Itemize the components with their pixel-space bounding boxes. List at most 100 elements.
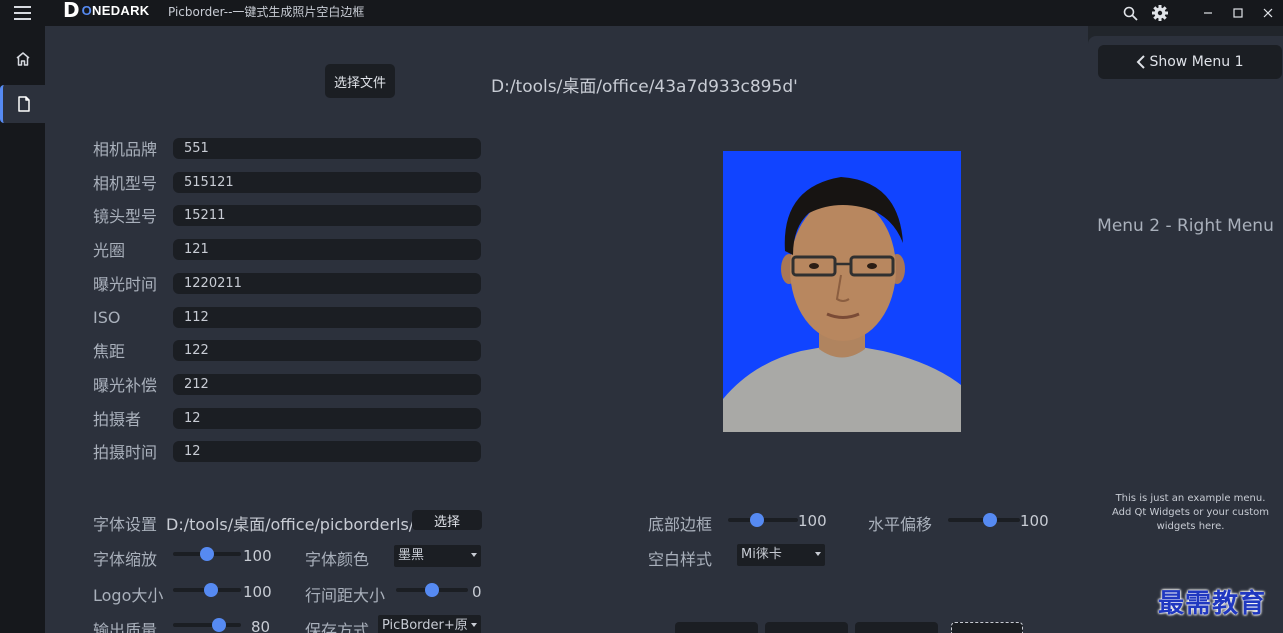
lens-model-input[interactable]: 15211: [173, 204, 481, 226]
field-focal-length: 焦距 122: [93, 338, 481, 362]
output-quality-slider[interactable]: [173, 618, 241, 632]
camera-brand-input[interactable]: 551: [173, 137, 481, 159]
field-aperture: 光圈 121: [93, 237, 481, 261]
field-label: 相机品牌: [93, 140, 158, 159]
action-button-4[interactable]: [951, 622, 1023, 633]
chevron-down-icon: [815, 552, 821, 556]
slider-handle[interactable]: [211, 618, 226, 632]
exposure-compensation-input[interactable]: 212: [173, 373, 481, 395]
save-mode-label: 保存方式: [305, 621, 370, 633]
horizontal-offset-label: 水平偏移: [868, 515, 933, 534]
logo-word: ONEDARK: [81, 2, 150, 18]
horizontal-offset-slider[interactable]: [948, 513, 1020, 527]
field-photographer: 拍摄者 12: [93, 406, 481, 430]
action-button-3[interactable]: [855, 622, 938, 633]
bottom-border-slider[interactable]: [728, 513, 798, 527]
font-color-label: 字体颜色: [305, 550, 370, 569]
chevron-down-icon: [471, 553, 477, 557]
file-path-label: D:/tools/桌面/office/43a7d933c895d': [491, 77, 798, 97]
font-settings-label: 字体设置: [93, 515, 158, 534]
field-label: 光圈: [93, 241, 126, 260]
left-menu-rail: [0, 0, 45, 633]
aperture-input[interactable]: 121: [173, 238, 481, 260]
font-color-value: 墨黑: [398, 548, 425, 563]
field-lens-model: 镜头型号 15211: [93, 203, 481, 227]
iso-input[interactable]: 112: [173, 306, 481, 328]
field-label: ISO: [93, 307, 121, 327]
font-scale-slider[interactable]: [173, 547, 241, 561]
watermark-logo: 最需教育: [1158, 589, 1267, 619]
field-exposure-time: 曝光时间 1220211: [93, 271, 481, 295]
show-menu-button[interactable]: Show Menu 1: [1098, 45, 1282, 79]
bottom-border-value: 100: [798, 512, 827, 530]
title-bar-controls: [1115, 0, 1283, 26]
photographer-input[interactable]: 12: [173, 407, 481, 429]
blank-style-value: Mi徕卡: [741, 547, 782, 562]
right-menu-note: This is just an example menu. Add Qt Wid…: [1111, 493, 1269, 532]
field-label: 镜头型号: [93, 207, 158, 226]
title-bar: D ONEDARK Picborder--一键式生成照片空白边框: [45, 0, 1283, 26]
slider-handle[interactable]: [425, 583, 439, 597]
font-path-label: D:/tools/桌面/office/picborderls/: [166, 515, 415, 534]
action-button-2[interactable]: [765, 622, 848, 633]
field-label: 曝光补偿: [93, 376, 158, 395]
output-quality-value: 80: [251, 618, 271, 633]
slider-handle[interactable]: [750, 513, 765, 527]
portrait-photo: [723, 151, 961, 432]
search-icon[interactable]: [1115, 4, 1145, 22]
chevron-down-icon: [471, 623, 477, 627]
logo-size-value: 100: [243, 583, 272, 601]
hamburger-menu-icon[interactable]: [0, 0, 45, 26]
slider-handle[interactable]: [204, 583, 219, 597]
right-menu-title: Menu 2 - Right Menu: [1097, 216, 1274, 236]
main-content: 选择文件 D:/tools/桌面/office/43a7d933c895d' 相…: [45, 26, 1088, 633]
camera-model-input[interactable]: 515121: [173, 171, 481, 193]
file-nav-button[interactable]: [0, 85, 45, 123]
field-label: 拍摄时间: [93, 443, 158, 462]
shoot-time-input[interactable]: 12: [173, 440, 481, 462]
blank-style-label: 空白样式: [648, 550, 713, 569]
save-mode-select[interactable]: PicBorder+原: [378, 615, 481, 633]
line-spacing-value: 0: [472, 583, 482, 601]
minimize-icon[interactable]: [1193, 4, 1223, 22]
show-menu-label: Show Menu 1: [1149, 54, 1244, 70]
field-label: 相机型号: [93, 174, 158, 193]
home-icon: [16, 52, 29, 66]
select-font-button[interactable]: 选择: [412, 510, 482, 530]
logo-size-label: Logo大小: [93, 586, 164, 605]
maximize-icon[interactable]: [1223, 4, 1253, 22]
field-shoot-time: 拍摄时间 12: [93, 439, 481, 463]
line-spacing-slider[interactable]: [396, 583, 468, 597]
field-camera-model: 相机型号 515121: [93, 170, 481, 194]
field-iso: ISO 112: [93, 305, 481, 329]
home-nav-button[interactable]: [0, 40, 45, 78]
logo-mark: D: [63, 0, 80, 22]
bottom-border-label: 底部边框: [648, 515, 713, 534]
logo-size-slider[interactable]: [173, 583, 241, 597]
action-button-1[interactable]: [675, 622, 758, 633]
field-label: 焦距: [93, 342, 126, 361]
file-icon: [18, 96, 30, 112]
field-label: 曝光时间: [93, 275, 158, 294]
field-camera-brand: 相机品牌 551: [93, 136, 481, 160]
app-logo: D ONEDARK: [63, 0, 150, 22]
window-title: Picborder--一键式生成照片空白边框: [168, 5, 365, 19]
select-file-button[interactable]: 选择文件: [325, 64, 395, 98]
slider-handle[interactable]: [200, 547, 214, 561]
font-color-select[interactable]: 墨黑: [394, 545, 481, 567]
focal-length-input[interactable]: 122: [173, 339, 481, 361]
close-icon[interactable]: [1253, 4, 1283, 22]
slider-handle[interactable]: [982, 513, 997, 527]
photo-preview: [723, 151, 961, 432]
save-mode-value: PicBorder+原: [382, 618, 468, 633]
field-exposure-compensation: 曝光补偿 212: [93, 372, 481, 396]
line-spacing-label: 行间距大小: [305, 586, 385, 605]
chevron-left-icon: [1137, 55, 1146, 69]
exposure-time-input[interactable]: 1220211: [173, 272, 481, 294]
output-quality-label: 输出质量: [93, 621, 158, 633]
font-scale-value: 100: [243, 547, 272, 565]
right-menu-panel: Show Menu 1 Menu 2 - Right Menu This is …: [1088, 36, 1283, 633]
gear-icon[interactable]: [1145, 4, 1175, 22]
blank-style-select[interactable]: Mi徕卡: [737, 544, 825, 566]
field-label: 拍摄者: [93, 410, 142, 429]
